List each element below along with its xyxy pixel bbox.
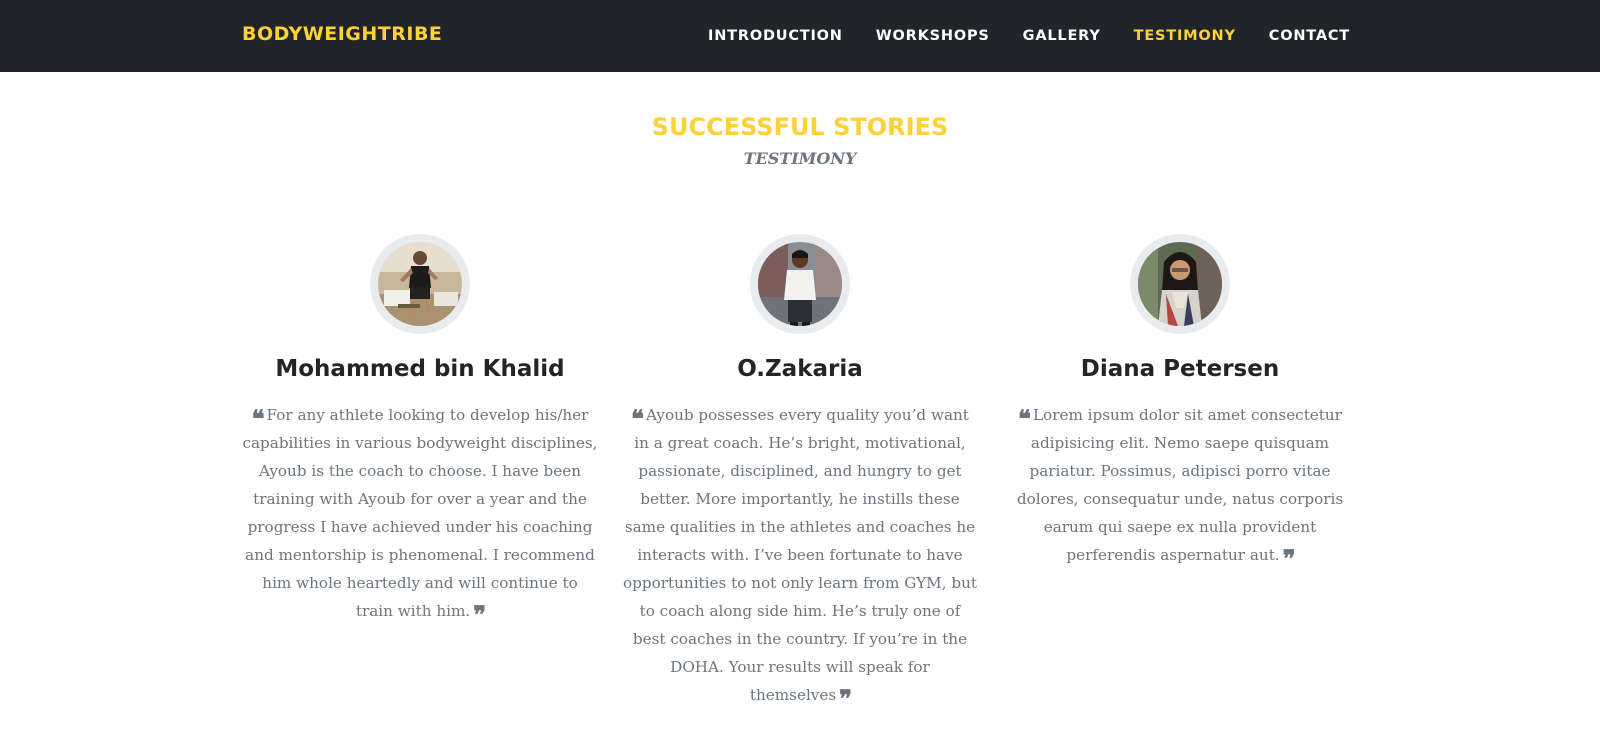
brand-logo[interactable]: BODYWEIGHTRIBE xyxy=(242,23,442,45)
nav-menu: INTRODUCTION WORKSHOPS GALLERY TESTIMONY… xyxy=(708,0,1350,72)
nav-item-testimony[interactable]: TESTIMONY xyxy=(1134,28,1236,44)
testimonial-text: For any athlete looking to develop his/h… xyxy=(242,406,598,620)
avatar-photo xyxy=(758,242,842,326)
quote-left-icon: ❝ xyxy=(1018,404,1031,433)
avatar-photo xyxy=(1138,242,1222,326)
nav-item-workshops[interactable]: WORKSHOPS xyxy=(876,28,990,44)
testimonial-card: Diana Petersen ❝ Lorem ipsum dolor sit am… xyxy=(1002,234,1358,571)
quote-right-icon: ❞ xyxy=(839,684,852,713)
testimonial-card: O.Zakaria ❝ Ayoub possesses every quality… xyxy=(622,234,978,711)
navbar: BODYWEIGHTRIBE INTRODUCTION WORKSHOPS GA… xyxy=(0,0,1600,72)
testimonial-quote: ❝ For any athlete looking to develop his/… xyxy=(242,401,598,627)
avatar xyxy=(750,234,850,334)
testimonial-text: Ayoub possesses every quality you’d want… xyxy=(623,406,977,704)
quote-left-icon: ❝ xyxy=(251,404,265,433)
section-heading: SUCCESSFUL STORIES xyxy=(651,113,949,141)
quote-right-icon: ❞ xyxy=(1282,544,1296,573)
testimonial-text: Lorem ipsum dolor sit amet consectetur a… xyxy=(1016,406,1344,564)
section-subheading: TESTIMONY xyxy=(743,149,857,168)
avatar xyxy=(370,234,470,334)
quote-left-icon: ❝ xyxy=(631,404,644,433)
nav-item-contact[interactable]: CONTACT xyxy=(1269,28,1350,44)
testimonial-quote: ❝ Lorem ipsum dolor sit amet consectetur … xyxy=(1002,401,1358,571)
nav-item-gallery[interactable]: GALLERY xyxy=(1023,28,1101,44)
testimonial-name: Mohammed bin Khalid xyxy=(275,356,565,382)
quote-right-icon: ❞ xyxy=(473,600,486,629)
testimonial-name: O.Zakaria xyxy=(737,356,863,382)
nav-item-introduction[interactable]: INTRODUCTION xyxy=(708,28,843,44)
testimonial-card: Mohammed bin Khalid ❝ For any athlete loo… xyxy=(242,234,598,627)
avatar xyxy=(1130,234,1230,334)
testimonial-name: Diana Petersen xyxy=(1080,356,1280,382)
testimonial-quote: ❝ Ayoub possesses every quality you’d wan… xyxy=(622,401,978,711)
avatar-photo xyxy=(378,242,462,326)
